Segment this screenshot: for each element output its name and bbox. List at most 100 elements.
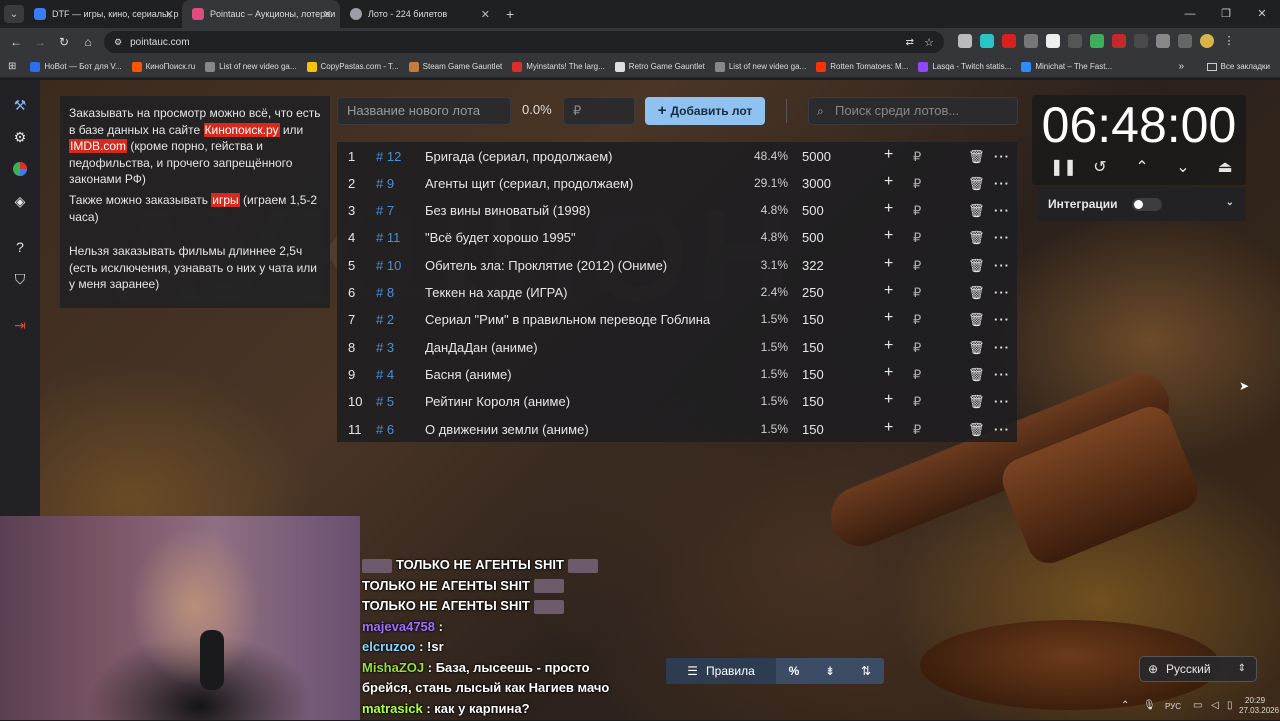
new-tab-button[interactable]: + (506, 6, 514, 22)
more-options-icon[interactable]: ··· (994, 367, 1010, 382)
add-bid-plus-icon[interactable]: + (884, 200, 893, 218)
extension-icon[interactable] (958, 34, 972, 48)
bid-input-field[interactable]: ₽ (913, 258, 921, 274)
delete-trash-icon[interactable]: 🗑 (968, 203, 985, 219)
add-bid-plus-icon[interactable]: + (884, 391, 893, 409)
keyboard-layout[interactable]: РУС (1165, 702, 1181, 711)
tray-chevron-icon[interactable]: ⌃ (1121, 700, 1129, 711)
kinopoisk-link[interactable]: Кинопоиск.ру (204, 123, 280, 137)
bid-input-field[interactable]: ₽ (913, 394, 921, 410)
translate-icon[interactable]: ⇄ (906, 37, 914, 48)
extension-icon[interactable] (1002, 34, 1016, 48)
bookmark-item[interactable]: CopyPastas.com - T... (307, 62, 399, 72)
bid-input-field[interactable]: ₽ (913, 422, 921, 438)
tab-search-button[interactable]: ⌄ (4, 5, 24, 23)
logout-icon[interactable]: ⇥ (11, 316, 29, 334)
all-bookmarks-folder[interactable]: Все закладки (1207, 62, 1270, 71)
bid-input-field[interactable]: ₽ (913, 367, 921, 383)
pause-icon[interactable]: ❚❚ (1050, 157, 1070, 177)
bookmark-item[interactable]: Lasqa - Twitch statis... (918, 62, 1011, 72)
url-field[interactable]: ⚙ pointauc.com ⇄ ☆ (104, 31, 944, 53)
network-icon[interactable]: ▭ (1193, 700, 1202, 711)
bookmark-item[interactable]: Rotten Tomatoes: M... (816, 62, 908, 72)
extension-icon[interactable] (980, 34, 994, 48)
more-options-icon[interactable]: ··· (994, 230, 1010, 245)
more-options-icon[interactable]: ··· (994, 176, 1010, 191)
extension-icon[interactable] (1090, 34, 1104, 48)
more-options-icon[interactable]: ··· (994, 394, 1010, 409)
bid-input-field[interactable]: ₽ (913, 340, 921, 356)
battery-icon[interactable]: ▯ (1227, 700, 1233, 711)
bid-input-field[interactable]: ₽ (913, 285, 921, 301)
bid-input-field[interactable]: ₽ (913, 149, 921, 165)
language-select[interactable]: ⊕ Русский ⇕ (1139, 656, 1257, 682)
restore-icon[interactable]: ❐ (1208, 0, 1244, 28)
tab-dtf[interactable]: DTF — игры, кино, сериалы, р ✕ (24, 0, 182, 28)
star-icon[interactable]: ☆ (924, 36, 934, 49)
bookmark-item[interactable]: Minichat – The Fast... (1021, 62, 1112, 72)
bid-input-field[interactable]: ₽ (913, 176, 921, 192)
tab-loto[interactable]: Лото - 224 билетов ✕ (340, 0, 498, 28)
minimize-icon[interactable]: — (1172, 0, 1208, 28)
home-icon[interactable]: ⌂ (76, 35, 100, 49)
bookmark-item[interactable]: Steam Game Gauntlet (409, 62, 503, 72)
lot-amount[interactable]: 250 (802, 285, 824, 300)
new-lot-amount-input[interactable]: ₽ (563, 97, 635, 125)
lot-amount[interactable]: 500 (802, 230, 824, 245)
volume-icon[interactable]: ◁ (1211, 700, 1219, 711)
more-options-icon[interactable]: ··· (994, 422, 1010, 437)
add-bid-plus-icon[interactable]: + (884, 227, 893, 245)
lot-amount[interactable]: 150 (802, 422, 824, 437)
close-icon[interactable]: ✕ (165, 8, 174, 21)
lot-amount[interactable]: 3000 (802, 176, 831, 191)
rules-button[interactable]: ☰Правила (666, 658, 776, 684)
bookmark-item[interactable]: Retro Game Gauntlet (615, 62, 705, 72)
extension-icon[interactable] (1068, 34, 1082, 48)
wheel-icon[interactable] (11, 160, 29, 178)
delete-trash-icon[interactable]: 🗑 (968, 367, 985, 383)
forward-icon[interactable]: → (28, 35, 52, 49)
chevron-down-icon[interactable]: ⌄ (1226, 197, 1234, 208)
chevron-down-icon[interactable]: ⌄ (1173, 157, 1193, 177)
add-bid-plus-icon[interactable]: + (884, 255, 893, 273)
imdb-link[interactable]: IMDB.com (69, 139, 127, 153)
chevron-up-icon[interactable]: ⌃ (1132, 157, 1152, 177)
lot-amount[interactable]: 150 (802, 312, 824, 327)
add-lot-button[interactable]: +Добавить лот (645, 97, 765, 125)
more-options-icon[interactable]: ··· (994, 340, 1010, 355)
bookmark-item[interactable]: List of new video ga... (205, 62, 296, 72)
extension-icon[interactable] (1112, 34, 1126, 48)
profile-avatar[interactable] (1200, 34, 1214, 48)
bookmark-item[interactable]: Myinstants! The larg... (512, 62, 605, 72)
more-options-icon[interactable]: ··· (994, 312, 1010, 327)
delete-trash-icon[interactable]: 🗑 (968, 176, 985, 192)
reset-icon[interactable]: ↺ (1090, 157, 1110, 177)
site-info-icon[interactable]: ⚙ (114, 37, 122, 48)
delete-trash-icon[interactable]: 🗑 (968, 394, 985, 410)
add-bid-plus-icon[interactable]: + (884, 146, 893, 164)
lot-search-input[interactable]: ⌕ Поиск среди лотов... (808, 97, 1018, 125)
percent-button[interactable]: % (776, 658, 812, 684)
apps-grid-icon[interactable]: ⊞ (8, 61, 16, 72)
layers-icon[interactable]: ◈ (11, 192, 29, 210)
add-bid-plus-icon[interactable]: + (884, 419, 893, 437)
add-bid-plus-icon[interactable]: + (884, 364, 893, 382)
extension-icon[interactable] (1024, 34, 1038, 48)
back-icon[interactable]: ← (4, 35, 28, 49)
close-window-icon[interactable]: ✕ (1244, 0, 1280, 28)
more-options-icon[interactable]: ··· (994, 149, 1010, 164)
mic-tray-icon[interactable]: 🎙 (1143, 700, 1156, 711)
add-bid-plus-icon[interactable]: + (884, 173, 893, 191)
add-bid-plus-icon[interactable]: + (884, 337, 893, 355)
close-icon[interactable]: ✕ (323, 8, 332, 21)
more-options-icon[interactable]: ··· (994, 203, 1010, 218)
bookmark-item[interactable]: HoBot — Бот для V... (30, 62, 121, 72)
more-options-icon[interactable]: ··· (994, 258, 1010, 273)
delete-trash-icon[interactable]: 🗑 (968, 312, 985, 328)
extension-icon[interactable] (1134, 34, 1148, 48)
add-bid-plus-icon[interactable]: + (884, 309, 893, 327)
more-options-icon[interactable]: ··· (994, 285, 1010, 300)
reload-icon[interactable]: ↻ (52, 35, 76, 49)
extension-icon[interactable] (1046, 34, 1060, 48)
delete-trash-icon[interactable]: 🗑 (968, 258, 985, 274)
